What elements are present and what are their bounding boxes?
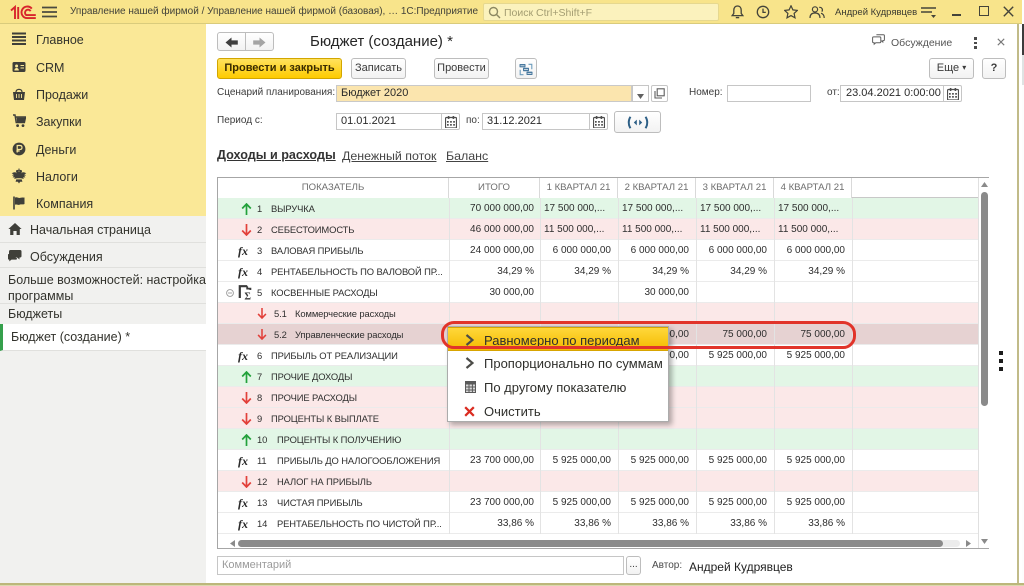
svg-text:Σ: Σ (244, 292, 251, 301)
